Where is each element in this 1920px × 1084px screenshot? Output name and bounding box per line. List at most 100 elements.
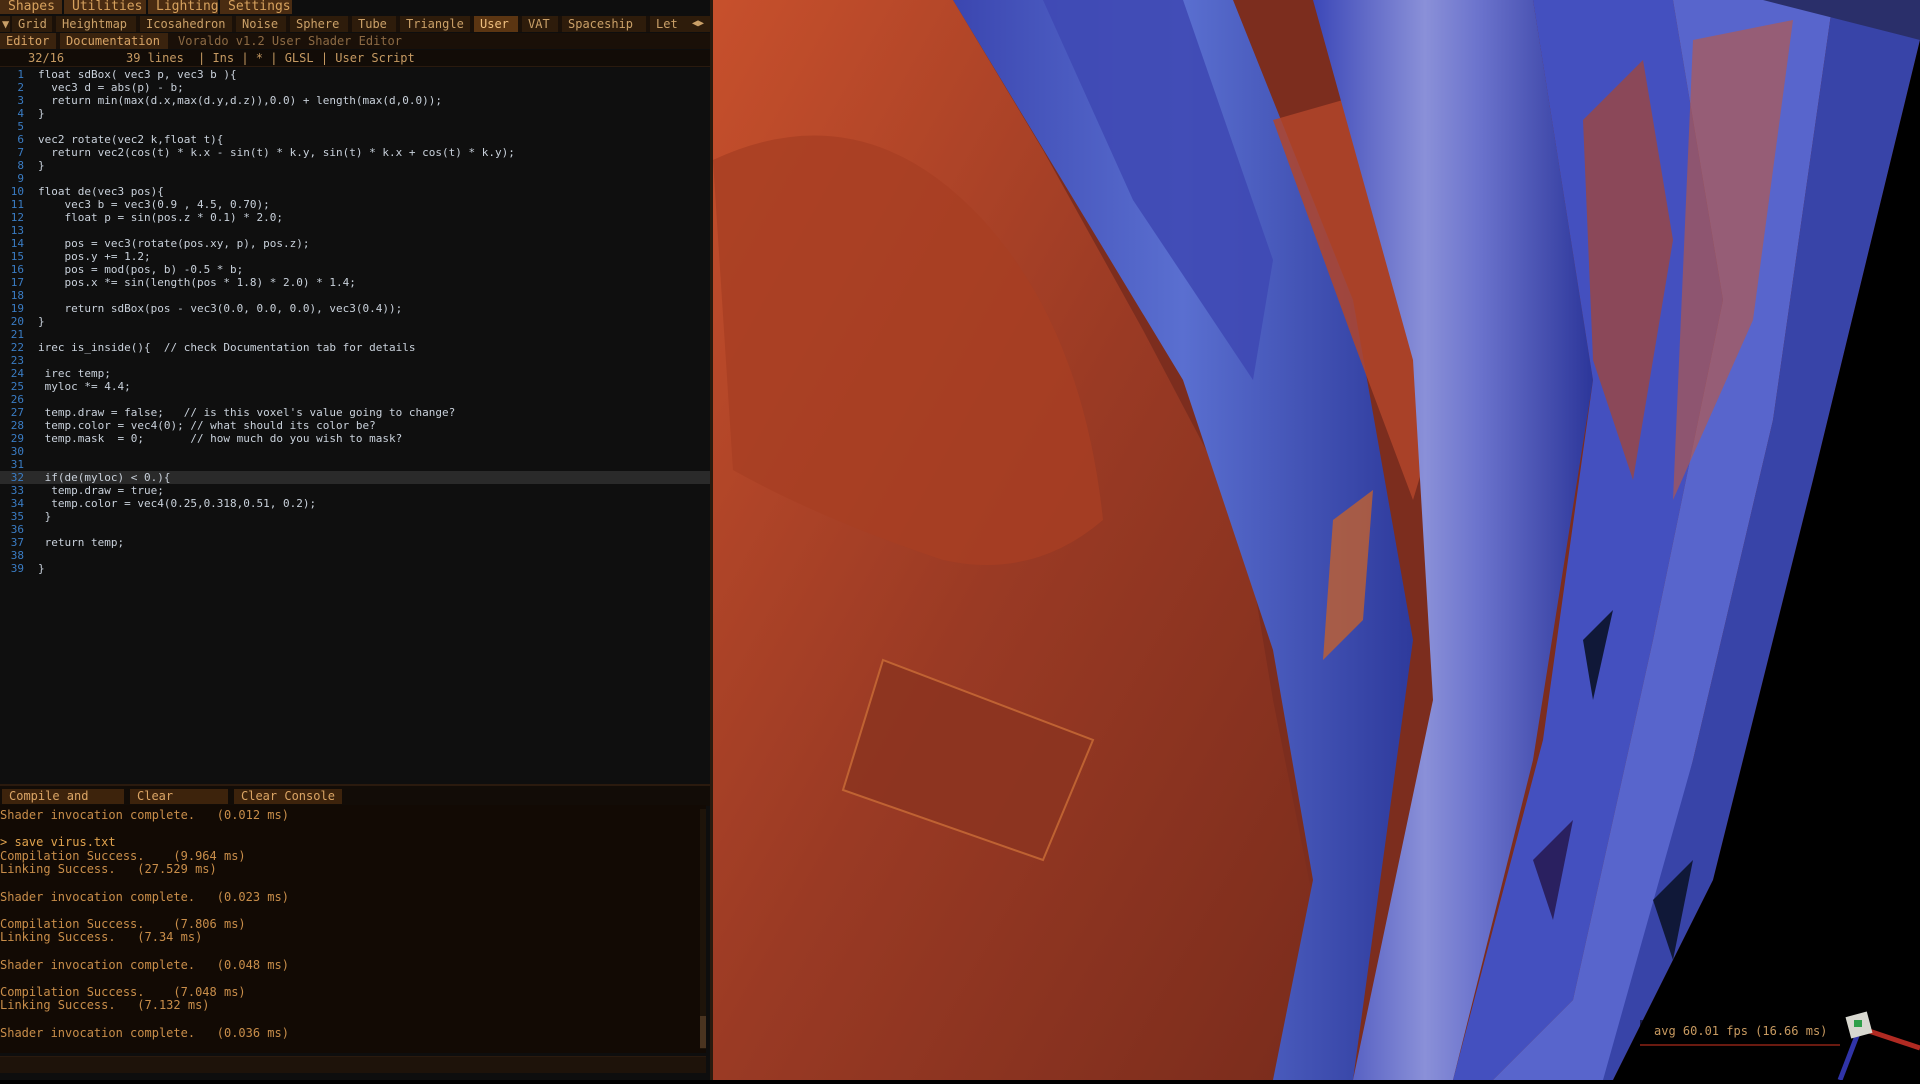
line-number: 26: [10, 393, 24, 406]
menu-settings[interactable]: Settings: [220, 0, 292, 14]
code-text: irec is_inside(){ // check Documentation…: [38, 341, 416, 354]
tab-sphere[interactable]: Sphere: [290, 16, 348, 32]
line-number: 4: [17, 107, 24, 120]
code-line[interactable]: 38: [0, 549, 710, 562]
code-editor[interactable]: 1 float sdBox( vec3 p, vec3 b ){2 vec3 d …: [0, 68, 710, 780]
code-text: }: [38, 159, 45, 172]
tab-scroll-arrows-icon[interactable]: ◀▶: [690, 16, 712, 32]
tab-grid[interactable]: Grid: [12, 16, 52, 32]
code-line[interactable]: 20}: [0, 315, 710, 328]
code-line[interactable]: 15 pos.y += 1.2;: [0, 250, 710, 263]
compile-and-run-button[interactable]: Compile and Run: [2, 789, 124, 818]
line-number: 21: [10, 328, 24, 341]
menu-lighting[interactable]: Lighting: [148, 0, 219, 14]
line-number: 19: [10, 302, 24, 315]
clear-editor-button[interactable]: Clear Editor: [130, 789, 228, 818]
code-text: float sdBox( vec3 p, vec3 b ){: [38, 68, 237, 81]
code-line[interactable]: 25 myloc *= 4.4;: [0, 380, 710, 393]
line-number: 32: [10, 471, 24, 484]
code-line[interactable]: 24 irec temp;: [0, 367, 710, 380]
code-line[interactable]: 29 temp.mask = 0; // how much do you wis…: [0, 432, 710, 445]
line-number: 12: [10, 211, 24, 224]
render-viewport[interactable]: [713, 0, 1920, 1080]
orientation-gizmo-icon: [1836, 1008, 1920, 1081]
code-line[interactable]: 7 return vec2(cos(t) * k.x - sin(t) * k.…: [0, 146, 710, 159]
line-number: 28: [10, 419, 24, 432]
code-line[interactable]: 1 float sdBox( vec3 p, vec3 b ){: [0, 68, 710, 81]
code-line[interactable]: 22 irec is_inside(){ // check Documentati…: [0, 341, 710, 354]
code-line[interactable]: 19 return sdBox(pos - vec3(0.0, 0.0, 0.0…: [0, 302, 710, 315]
line-number: 3: [17, 94, 24, 107]
code-line[interactable]: 26: [0, 393, 710, 406]
console-line: Linking Success. (7.132 ms): [0, 998, 210, 1013]
tab-heightmap[interactable]: Heightmap: [56, 16, 136, 32]
tab-spaceship[interactable]: Spaceship: [562, 16, 646, 32]
console-command-input[interactable]: [0, 1056, 706, 1073]
editor-mode: | Ins | * | GLSL | User Script: [198, 51, 415, 65]
code-line[interactable]: 10 float de(vec3 pos){: [0, 185, 710, 198]
editor-title: Voraldo v1.2 User Shader Editor: [178, 34, 402, 48]
tab-let[interactable]: Let: [650, 16, 690, 32]
line-number: 10: [10, 185, 24, 198]
code-line[interactable]: 36: [0, 523, 710, 536]
code-line[interactable]: 11 vec3 b = vec3(0.9 , 4.5, 0.70);: [0, 198, 710, 211]
code-line[interactable]: 35 }: [0, 510, 710, 523]
code-line[interactable]: 2 vec3 d = abs(p) - b;: [0, 81, 710, 94]
code-line[interactable]: 28 temp.color = vec4(0); // what should …: [0, 419, 710, 432]
code-line[interactable]: 8}: [0, 159, 710, 172]
tab-documentation[interactable]: Documentation: [60, 33, 168, 49]
code-line[interactable]: 13: [0, 224, 710, 237]
tab-vat[interactable]: VAT: [522, 16, 558, 32]
code-line[interactable]: 27 temp.draw = false; // is this voxel's…: [0, 406, 710, 419]
line-number: 37: [10, 536, 24, 549]
voxel-render: [713, 0, 1920, 1080]
line-number: 18: [10, 289, 24, 302]
tab-icosahedron[interactable]: Icosahedron: [140, 16, 232, 32]
tab-tube[interactable]: Tube: [352, 16, 396, 32]
code-line[interactable]: 4}: [0, 107, 710, 120]
menu-shapes[interactable]: Shapes: [0, 0, 62, 14]
code-line[interactable]: 9: [0, 172, 710, 185]
tab-editor[interactable]: Editor: [0, 33, 56, 49]
clear-console-button[interactable]: Clear Console: [234, 789, 342, 804]
code-text: return vec2(cos(t) * k.x - sin(t) * k.y,…: [38, 146, 515, 159]
line-number: 36: [10, 523, 24, 536]
console-line: > save virus.txt: [0, 835, 116, 850]
code-line[interactable]: 23: [0, 354, 710, 367]
line-number: 17: [10, 276, 24, 289]
code-text: irec temp;: [38, 367, 111, 380]
code-line[interactable]: 14 pos = vec3(rotate(pos.xy, p), pos.z);: [0, 237, 710, 250]
code-text: pos = mod(pos, b) -0.5 * b;: [38, 263, 244, 276]
code-line[interactable]: 37 return temp;: [0, 536, 710, 549]
line-number: 22: [10, 341, 24, 354]
console-line: Linking Success. (7.34 ms): [0, 930, 203, 945]
code-line[interactable]: 5: [0, 120, 710, 133]
code-line[interactable]: 18: [0, 289, 710, 302]
console-scrollbar[interactable]: [700, 809, 706, 1049]
tab-triangle[interactable]: Triangle: [400, 16, 470, 32]
line-number: 9: [17, 172, 24, 185]
code-line[interactable]: 39}: [0, 562, 710, 575]
code-line[interactable]: 12 float p = sin(pos.z * 0.1) * 2.0;: [0, 211, 710, 224]
tab-noise[interactable]: Noise: [236, 16, 286, 32]
line-number: 31: [10, 458, 24, 471]
code-line[interactable]: 33 temp.draw = true;: [0, 484, 710, 497]
editor-panel: Shapes Utilities Lighting Settings ▼ Gri…: [0, 0, 712, 1080]
code-line[interactable]: 16 pos = mod(pos, b) -0.5 * b;: [0, 263, 710, 276]
code-line[interactable]: 17 pos.x *= sin(length(pos * 1.8) * 2.0)…: [0, 276, 710, 289]
code-line[interactable]: 34 temp.color = vec4(0.25,0.318,0.51, 0.…: [0, 497, 710, 510]
line-number: 8: [17, 159, 24, 172]
line-number: 2: [17, 81, 24, 94]
code-line[interactable]: 21: [0, 328, 710, 341]
code-line[interactable]: 3 return min(max(d.x,max(d.y,d.z)),0.0) …: [0, 94, 710, 107]
tab-user[interactable]: User: [474, 16, 518, 32]
code-text: temp.draw = false; // is this voxel's va…: [38, 406, 456, 419]
code-line[interactable]: 6 vec2 rotate(vec2 k,float t){: [0, 133, 710, 146]
menu-utilities[interactable]: Utilities: [64, 0, 146, 14]
code-line[interactable]: 30: [0, 445, 710, 458]
tab-dropdown-icon[interactable]: ▼: [0, 16, 10, 32]
code-line[interactable]: 32 if(de(myloc) < 0.){: [0, 471, 710, 484]
code-line[interactable]: 31: [0, 458, 710, 471]
console-scrollbar-thumb[interactable]: [700, 1016, 706, 1048]
menu-bar: Shapes Utilities Lighting Settings: [0, 0, 712, 14]
